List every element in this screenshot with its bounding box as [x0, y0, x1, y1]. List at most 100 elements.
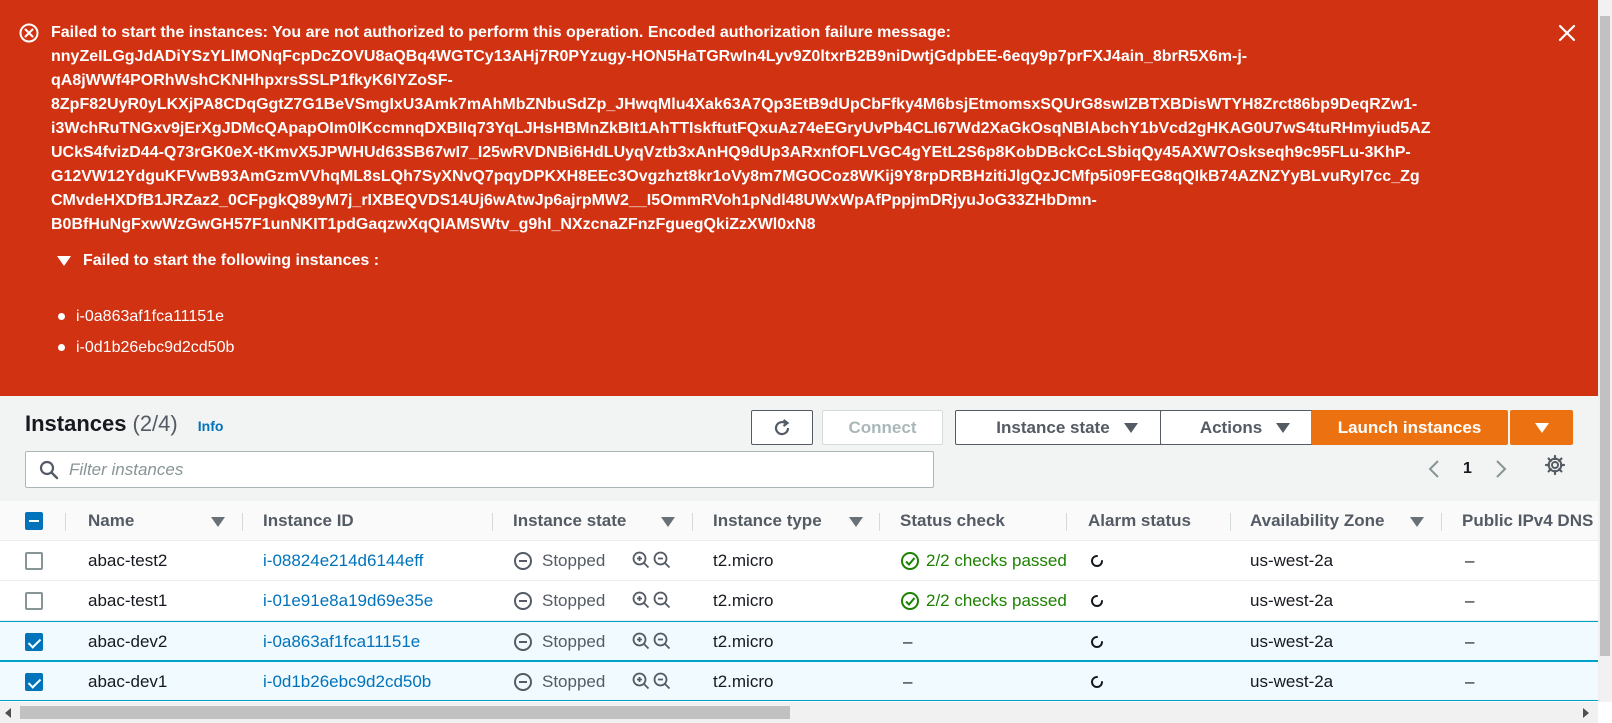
filter-search — [25, 451, 934, 488]
instance-id-link[interactable]: i-01e91e8a19d69e35e — [263, 581, 433, 621]
launch-dropdown-button[interactable] — [1510, 410, 1573, 445]
sort-down-icon — [849, 517, 863, 527]
current-page[interactable]: 1 — [1463, 460, 1472, 478]
instance-state: Stopped — [513, 662, 605, 702]
title-text: Instances — [25, 411, 127, 436]
column-header-public-ipv4-dns[interactable]: Public IPv4 DNS — [1462, 501, 1602, 541]
launch-instances-button[interactable]: Launch instances — [1311, 410, 1508, 445]
scrollbar-thumb[interactable] — [1600, 16, 1610, 656]
state-zoom-controls[interactable] — [632, 672, 671, 690]
loading-spinner-icon — [1091, 595, 1103, 607]
state-zoom-controls[interactable] — [632, 591, 671, 609]
stopped-icon — [514, 552, 532, 570]
refresh-button[interactable] — [751, 410, 813, 445]
zoom-out-icon[interactable] — [653, 632, 671, 650]
status-check: – — [903, 622, 912, 662]
scroll-left-icon[interactable] — [5, 708, 11, 718]
instance-state-label: Instance state — [996, 417, 1110, 437]
info-link[interactable]: Info — [198, 418, 224, 434]
zoom-in-icon[interactable] — [632, 551, 650, 569]
zoom-out-icon[interactable] — [653, 672, 671, 690]
actions-button[interactable]: Actions — [1160, 410, 1330, 445]
error-flashbar: Failed to start the instances: You are n… — [0, 0, 1598, 396]
instance-id-link[interactable]: i-0d1b26ebc9d2cd50b — [263, 662, 431, 702]
state-zoom-controls[interactable] — [632, 551, 671, 569]
failed-instances-label: Failed to start the following instances … — [83, 252, 380, 269]
encoded-message-line: i3WchRuTNGxv9jErXgJDMcQApapOIm0lKccmnqDX… — [51, 120, 1431, 137]
alarm-status — [1088, 541, 1106, 581]
alarm-status — [1088, 622, 1106, 662]
zoom-in-icon[interactable] — [632, 632, 650, 650]
instance-state: Stopped — [513, 622, 605, 662]
failed-instance-id: i-0d1b26ebc9d2cd50b — [76, 338, 235, 356]
instance-id-link[interactable]: i-0a863af1fca11151e — [263, 622, 420, 662]
instance-type: t2.micro — [713, 551, 774, 570]
table-row[interactable]: abac-test2 i-08824e214d6144eff Stopped t2.m… — [0, 541, 1598, 581]
chevron-left-icon[interactable] — [1427, 458, 1441, 480]
instance-name: abac-dev1 — [88, 672, 168, 691]
column-header-instance-type[interactable]: Instance type — [713, 501, 883, 541]
status-check: 2/2 checks passed — [900, 541, 1067, 581]
instance-type: t2.micro — [713, 591, 774, 610]
search-icon — [39, 460, 59, 479]
table-row[interactable]: abac-dev1 i-0d1b26ebc9d2cd50b Stopped t2.mi… — [0, 661, 1598, 701]
state-zoom-controls[interactable] — [632, 632, 671, 650]
chevron-right-icon[interactable] — [1494, 458, 1508, 480]
instance-name: abac-test2 — [88, 551, 168, 570]
instance-name: abac-dev2 — [88, 632, 168, 651]
row-checkbox[interactable] — [25, 633, 43, 651]
instances-table: Name Instance ID Instance state Instance… — [0, 501, 1598, 701]
close-icon[interactable] — [1556, 22, 1578, 44]
table-row[interactable]: abac-dev2 i-0a863af1fca11151e Stopped t2.mi… — [0, 621, 1598, 661]
gear-icon[interactable] — [1544, 454, 1566, 476]
vertical-scrollbar[interactable] — [1598, 0, 1612, 702]
failed-instances-expander[interactable]: Failed to start the following instances … — [57, 252, 379, 270]
instance-state-text: Stopped — [542, 632, 606, 651]
public-ipv4-dns: – — [1465, 551, 1475, 570]
column-label: Name — [88, 511, 135, 530]
row-checkbox[interactable] — [25, 673, 43, 691]
table-row[interactable]: abac-test1 i-01e91e8a19d69e35e Stopped t2.m… — [0, 581, 1598, 621]
encoded-message-line: nnyZeILGgJdADiYSzYLlMONqFcpDcZOVU8aQBq4W… — [51, 48, 1248, 65]
instance-state-button[interactable]: Instance state — [955, 410, 1179, 445]
public-ipv4-dns: – — [1465, 672, 1475, 691]
column-header-instance-state[interactable]: Instance state — [513, 501, 683, 541]
zoom-out-icon[interactable] — [653, 551, 671, 569]
zoom-in-icon[interactable] — [632, 591, 650, 609]
column-header-instance-id[interactable]: Instance ID — [263, 501, 493, 541]
status-check-text: – — [903, 672, 913, 691]
column-header-status-check[interactable]: Status check — [900, 501, 1070, 541]
scrollbar-thumb[interactable] — [20, 706, 790, 719]
zoom-out-icon[interactable] — [653, 591, 671, 609]
column-header-name[interactable]: Name — [88, 501, 238, 541]
horizontal-scrollbar[interactable] — [0, 702, 1598, 723]
actions-label: Actions — [1199, 417, 1263, 437]
sort-down-icon — [211, 517, 225, 527]
list-item: i-0d1b26ebc9d2cd50b — [58, 332, 234, 363]
instance-id-link[interactable]: i-08824e214d6144eff — [263, 541, 423, 581]
error-icon — [19, 23, 39, 43]
column-header-alarm-status[interactable]: Alarm status — [1088, 501, 1228, 541]
column-label: Status check — [900, 511, 1005, 530]
instance-state-text: Stopped — [542, 591, 606, 610]
search-input[interactable] — [69, 459, 869, 480]
caret-down-icon — [57, 256, 71, 266]
column-label: Instance state — [513, 511, 627, 530]
bullet-icon — [58, 344, 65, 351]
status-check-text: 2/2 checks passed — [926, 591, 1067, 610]
encoded-message-line: UCkS4fvizD44-Q73rGK0eX-tKmvX5JPWHUd63SB6… — [51, 144, 1411, 161]
encoded-message-line: G12VW12YdguKFVwB93AmGzmVVhqML8sLQh7SyXNv… — [51, 168, 1420, 185]
column-header-availability-zone[interactable]: Availability Zone — [1250, 501, 1440, 541]
instance-state: Stopped — [513, 541, 605, 581]
status-check-text: 2/2 checks passed — [926, 551, 1067, 570]
connect-button[interactable]: Connect — [822, 410, 943, 445]
row-checkbox[interactable] — [25, 552, 43, 570]
select-all-checkbox[interactable] — [25, 512, 43, 530]
zoom-in-icon[interactable] — [632, 672, 650, 690]
error-title: Failed to start the instances: You are n… — [51, 24, 951, 41]
row-checkbox[interactable] — [25, 592, 43, 610]
stopped-icon — [514, 673, 532, 691]
scroll-right-icon[interactable] — [1583, 708, 1589, 718]
loading-spinner-icon — [1091, 676, 1103, 688]
encoded-message-line: qA8jWWf4PORhWshCKNHhpxrsSSLP1fkyK6lYZoSF… — [51, 72, 453, 89]
